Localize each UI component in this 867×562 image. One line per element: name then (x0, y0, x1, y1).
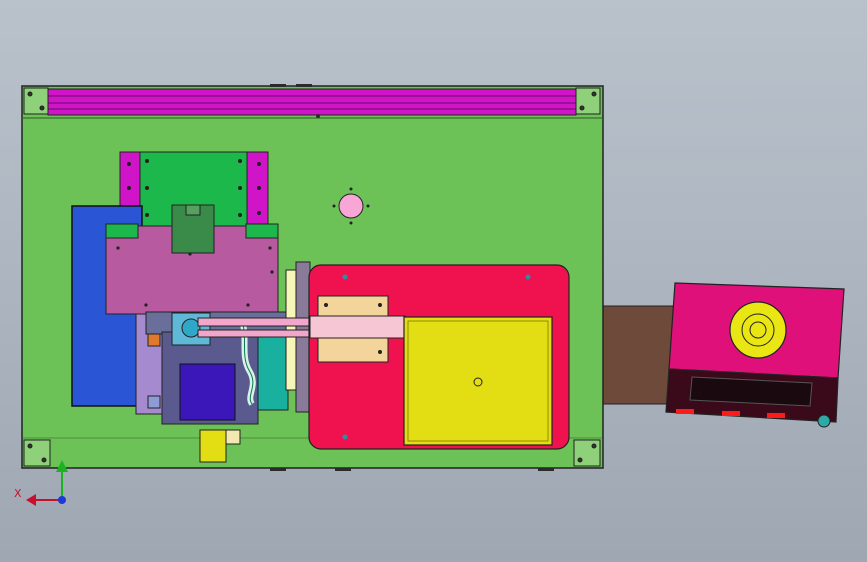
top-rail (47, 88, 577, 116)
cad-viewport[interactable]: X (0, 0, 867, 562)
control-box (665, 282, 845, 428)
corner-bracket-top-right (575, 87, 601, 115)
corner-bracket-bottom-right (573, 439, 601, 467)
dial-knob (729, 301, 787, 359)
corner-bracket-top-left (23, 87, 49, 115)
triad-x-label: X (14, 487, 22, 500)
support-arm (602, 305, 676, 405)
yellow-pad (403, 316, 553, 446)
connector-port (817, 414, 831, 428)
corner-bracket-bottom-left (23, 439, 51, 467)
